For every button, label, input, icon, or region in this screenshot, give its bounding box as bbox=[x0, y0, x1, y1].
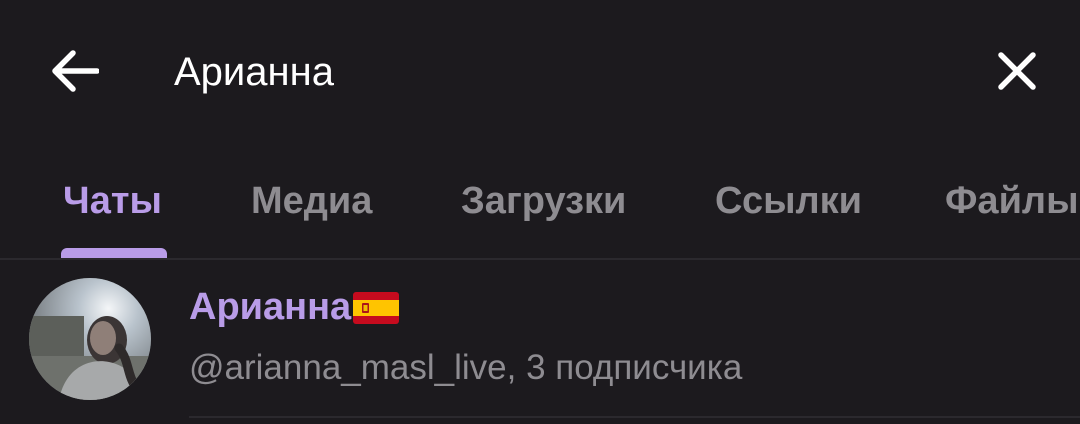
tab-downloads[interactable]: Загрузки bbox=[461, 180, 626, 223]
row-divider bbox=[189, 416, 1080, 418]
search-screen: Чаты Медиа Загрузки Ссылки Файлы bbox=[0, 0, 1080, 424]
search-input[interactable] bbox=[174, 40, 934, 104]
spain-flag-icon bbox=[353, 291, 400, 324]
avatar bbox=[29, 278, 151, 400]
tab-chats[interactable]: Чаты bbox=[63, 180, 162, 223]
back-button[interactable] bbox=[40, 38, 110, 104]
result-subtitle: @arianna_masl_live, 3 подписчика bbox=[189, 348, 743, 387]
tab-links[interactable]: Ссылки bbox=[715, 180, 862, 223]
tabs-divider bbox=[0, 258, 1080, 260]
search-bar bbox=[0, 0, 1080, 140]
tab-media[interactable]: Медиа bbox=[251, 180, 372, 223]
close-icon bbox=[998, 52, 1036, 90]
tab-files[interactable]: Файлы bbox=[945, 180, 1079, 223]
search-result-row[interactable]: Арианна @arianna_masl_live, 3 подписчика bbox=[0, 262, 1080, 424]
clear-search-button[interactable] bbox=[982, 36, 1052, 106]
arrow-left-icon bbox=[52, 50, 99, 92]
result-title: Арианна bbox=[189, 286, 400, 329]
filter-tabs: Чаты Медиа Загрузки Ссылки Файлы bbox=[0, 160, 1080, 260]
result-name: Арианна bbox=[189, 286, 352, 328]
